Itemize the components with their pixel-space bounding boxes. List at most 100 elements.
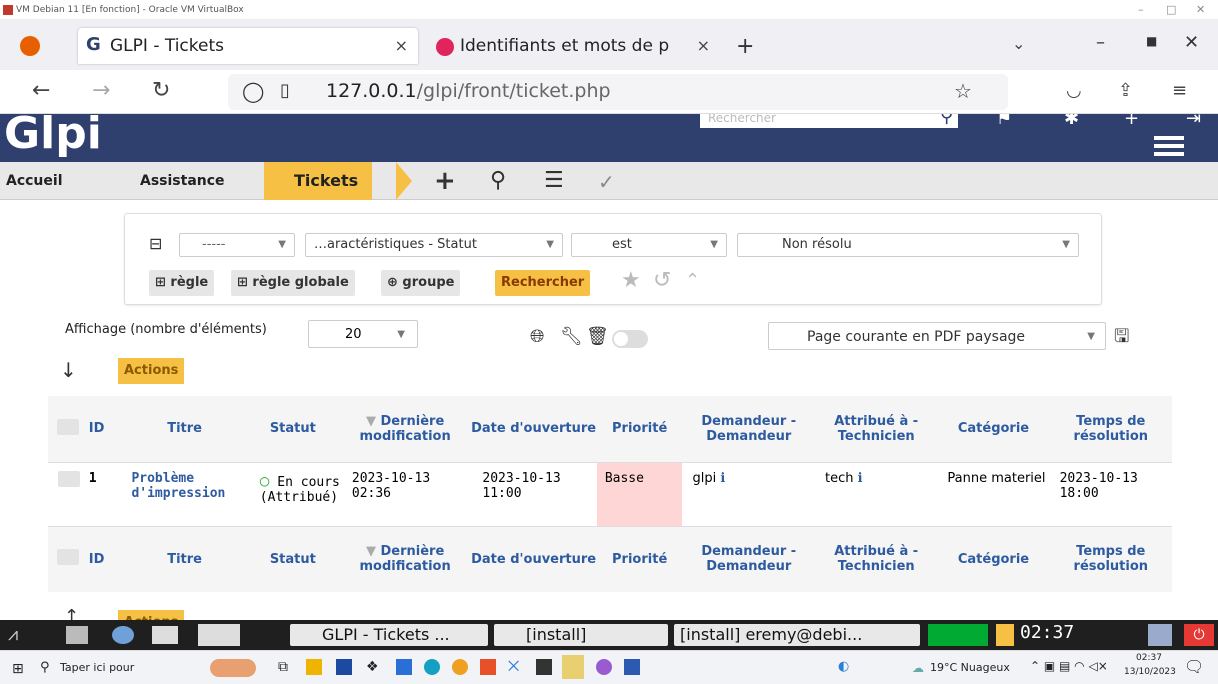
trash-toggle[interactable] — [612, 330, 648, 348]
column-footer-category[interactable]: Catégorie — [937, 526, 1049, 592]
bookmark-star-icon[interactable]: ☆ — [954, 79, 972, 103]
breadcrumb-assistance[interactable]: Assistance — [140, 162, 225, 200]
add-ticket-plus-icon[interactable]: + — [434, 166, 456, 196]
actions-button-top[interactable]: Actions — [118, 358, 185, 384]
column-footer-technician[interactable]: Attribué à - Technicien — [815, 526, 937, 592]
check-icon[interactable]: ✓ — [598, 170, 615, 194]
remove-criteria-icon[interactable]: ⊟ — [149, 234, 162, 253]
breadcrumb-tickets[interactable]: Tickets — [264, 162, 373, 200]
power-icon[interactable]: ⏻ — [1184, 624, 1214, 646]
column-footer-last-modified[interactable]: ▼ Dernière modification — [340, 526, 471, 592]
save-search-star-icon[interactable]: ★ — [621, 268, 641, 293]
taskbar-item-install-folder[interactable]: [install] — [494, 624, 668, 646]
tab-identifiants[interactable]: Identifiants et mots de p × — [428, 28, 728, 64]
firefox-icon[interactable] — [20, 36, 40, 56]
terminal-icon[interactable] — [152, 626, 178, 644]
profile-icon[interactable]: ✱ — [1064, 114, 1079, 129]
maximize-icon[interactable]: □ — [1166, 0, 1176, 20]
select-all-checkbox[interactable] — [48, 396, 89, 462]
plus-icon[interactable]: + — [1124, 114, 1139, 129]
close-tab-icon[interactable]: × — [697, 28, 710, 64]
ticket-technician[interactable]: tech ℹ — [815, 462, 937, 526]
hamburger-menu-icon[interactable] — [1154, 136, 1184, 156]
link-select[interactable]: ----- ▼ — [179, 233, 295, 257]
row-checkbox[interactable] — [48, 462, 89, 526]
add-rule-button[interactable]: ⊞ règle — [149, 270, 215, 296]
network-icon[interactable] — [112, 626, 134, 644]
edge-icon[interactable] — [424, 659, 440, 675]
reload-icon[interactable]: ↻ — [152, 78, 170, 103]
column-header-technician[interactable]: Attribué à - Technicien — [815, 396, 937, 462]
vscode-icon[interactable]: ⨉ — [508, 659, 519, 675]
column-header-last-modified[interactable]: ▼ Dernière modification — [340, 396, 471, 462]
column-footer-resolution-time[interactable]: Temps de résolution — [1050, 526, 1172, 592]
notification-icon[interactable]: 🗨︎ — [1184, 657, 1204, 676]
taskbar-item-glpi[interactable]: GLPI - Tickets ... — [290, 624, 488, 646]
app-icon[interactable] — [536, 659, 552, 675]
minimize-icon[interactable]: – — [1138, 0, 1144, 20]
app-icon[interactable] — [596, 659, 612, 675]
column-footer-opening-date[interactable]: Date d'ouverture — [470, 526, 596, 592]
export-save-icon[interactable]: 🖫 — [1114, 324, 1129, 354]
bookmark-icon[interactable]: ⚑ — [996, 114, 1012, 129]
virtualbox-taskbar-icon[interactable] — [562, 655, 584, 679]
column-footer-priority[interactable]: Priorité — [597, 526, 683, 592]
word-icon[interactable] — [624, 659, 640, 675]
collapse-icon[interactable]: ⌃ — [685, 270, 700, 291]
back-arrow-icon[interactable]: ← — [32, 78, 50, 103]
column-footer-title[interactable]: Titre — [123, 526, 245, 592]
add-global-rule-button[interactable]: ⊞ règle globale — [231, 270, 355, 296]
info-icon[interactable]: ℹ — [720, 471, 725, 486]
wrench-icon[interactable]: 🔧︎ — [560, 326, 583, 347]
display-count-select[interactable]: 20 ▼ — [308, 320, 418, 348]
ticket-requester[interactable]: glpi ℹ — [682, 462, 815, 526]
close-icon[interactable]: ✕ — [1196, 0, 1205, 20]
column-header-resolution-time[interactable]: Temps de résolution — [1050, 396, 1172, 462]
select-all-checkbox-bottom[interactable] — [48, 526, 89, 592]
search-icon[interactable]: ⚲ — [490, 168, 506, 193]
value-select[interactable]: Non résolu ▼ — [737, 233, 1079, 257]
tray-icons[interactable]: ⌃ ▣ ▤ ◠ ◁× — [1030, 659, 1108, 673]
add-group-button[interactable]: ⊕ groupe — [381, 270, 461, 296]
reset-icon[interactable]: ↺ — [653, 268, 671, 293]
column-header-requester[interactable]: Demandeur - Demandeur — [682, 396, 815, 462]
minimize-window-icon[interactable]: – — [1096, 32, 1105, 53]
edge-tray-icon[interactable]: ◐ — [838, 659, 849, 674]
taskbar-search-input[interactable]: Taper ici pour — [60, 661, 134, 674]
url-text[interactable]: 127.0.0.1/glpi/front/ticket.php — [326, 80, 611, 102]
dropbox-icon[interactable]: ❖ — [366, 659, 379, 675]
pocket-icon[interactable]: ◡ — [1066, 80, 1082, 101]
extensions-icon[interactable]: ⇪ — [1118, 80, 1133, 101]
app-s-icon[interactable] — [396, 659, 412, 675]
weather-icon[interactable]: ☁ — [912, 661, 924, 675]
field-select[interactable]: …aractéristiques - Statut ▼ — [305, 233, 563, 257]
task-view-icon[interactable]: ⧉ — [278, 659, 288, 675]
column-header-opening-date[interactable]: Date d'ouverture — [470, 396, 596, 462]
export-format-select[interactable]: Page courante en PDF paysage ▼ — [768, 322, 1106, 350]
tab-glpi-tickets[interactable]: G GLPI - Tickets × — [78, 28, 418, 64]
column-header-title[interactable]: Titre — [123, 396, 245, 462]
ticket-title-link[interactable]: Problème d'impression — [123, 462, 245, 526]
tab-list-chevron-icon[interactable]: ⌄ — [1012, 34, 1025, 53]
maximize-window-icon[interactable]: ■ — [1146, 34, 1157, 48]
column-footer-id[interactable]: ID — [89, 526, 124, 592]
p-icon[interactable] — [996, 624, 1014, 646]
column-header-status[interactable]: Statut — [246, 396, 340, 462]
column-footer-requester[interactable]: Demandeur - Demandeur — [682, 526, 815, 592]
close-window-icon[interactable]: ✕ — [1184, 32, 1199, 53]
host-clock-time[interactable]: 02:37 — [1124, 653, 1174, 663]
column-header-priority[interactable]: Priorité — [597, 396, 683, 462]
search-button[interactable]: Rechercher — [495, 270, 591, 296]
chrome-icon[interactable] — [452, 659, 468, 675]
shield-icon[interactable]: ◯ — [242, 79, 264, 103]
file-explorer-icon[interactable] — [306, 659, 322, 675]
trash-icon[interactable]: 🗑︎ — [586, 326, 609, 347]
search-icon[interactable]: ⚲ — [940, 114, 953, 127]
new-tab-button[interactable]: + — [736, 34, 754, 59]
windows-start-icon[interactable]: ⊞ — [12, 661, 24, 677]
screen-icon[interactable] — [1148, 624, 1172, 646]
page-icon[interactable]: ▯ — [280, 80, 290, 101]
info-icon[interactable]: ℹ — [858, 471, 863, 486]
column-header-id[interactable]: ID — [89, 396, 124, 462]
global-search-input[interactable]: Rechercher — [700, 114, 958, 128]
